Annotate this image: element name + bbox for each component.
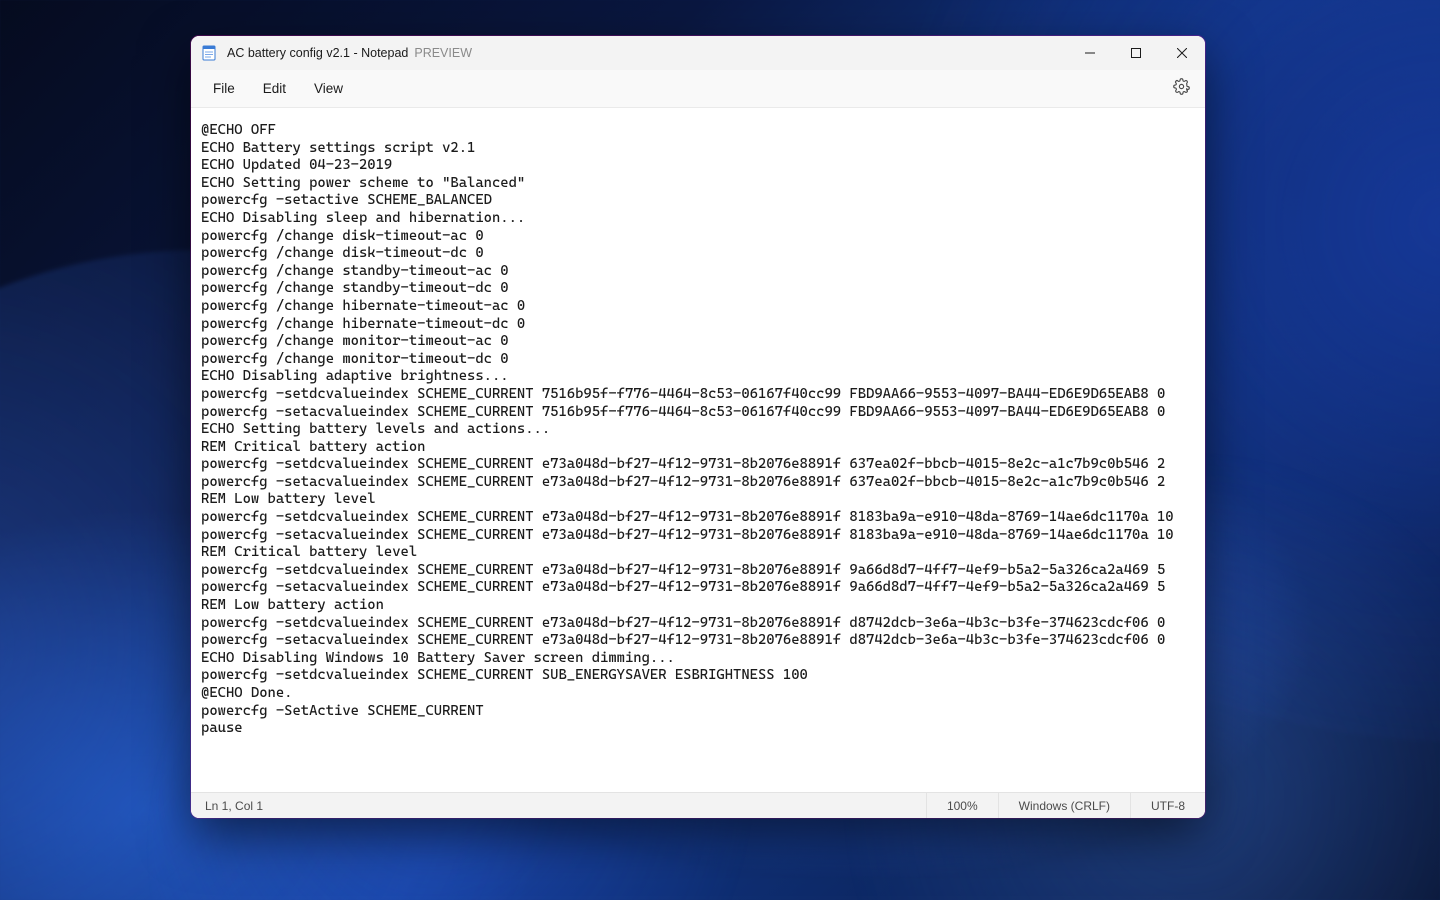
- settings-button[interactable]: [1165, 73, 1197, 105]
- statusbar: Ln 1, Col 1 100% Windows (CRLF) UTF-8: [191, 792, 1205, 818]
- status-encoding[interactable]: UTF-8: [1130, 793, 1205, 818]
- gear-icon: [1173, 78, 1190, 100]
- maximize-button[interactable]: [1113, 36, 1159, 70]
- status-cursor-position: Ln 1, Col 1: [191, 799, 263, 813]
- notepad-app-icon: [201, 45, 217, 61]
- status-zoom[interactable]: 100%: [926, 793, 998, 818]
- editor-content[interactable]: @ECHO OFF ECHO Battery settings script v…: [201, 122, 1205, 738]
- close-button[interactable]: [1159, 36, 1205, 70]
- window-controls: [1067, 36, 1205, 70]
- text-editor[interactable]: @ECHO OFF ECHO Battery settings script v…: [191, 108, 1205, 792]
- menu-file[interactable]: File: [199, 75, 249, 102]
- menubar: File Edit View: [191, 70, 1205, 108]
- menu-view[interactable]: View: [300, 75, 357, 102]
- status-line-ending[interactable]: Windows (CRLF): [998, 793, 1130, 818]
- minimize-button[interactable]: [1067, 36, 1113, 70]
- titlebar[interactable]: AC battery config v2.1 - Notepad PREVIEW: [191, 36, 1205, 70]
- preview-badge: PREVIEW: [414, 46, 472, 60]
- menu-edit[interactable]: Edit: [249, 75, 300, 102]
- window-title: AC battery config v2.1 - Notepad: [227, 46, 408, 60]
- notepad-window: AC battery config v2.1 - Notepad PREVIEW…: [191, 36, 1205, 818]
